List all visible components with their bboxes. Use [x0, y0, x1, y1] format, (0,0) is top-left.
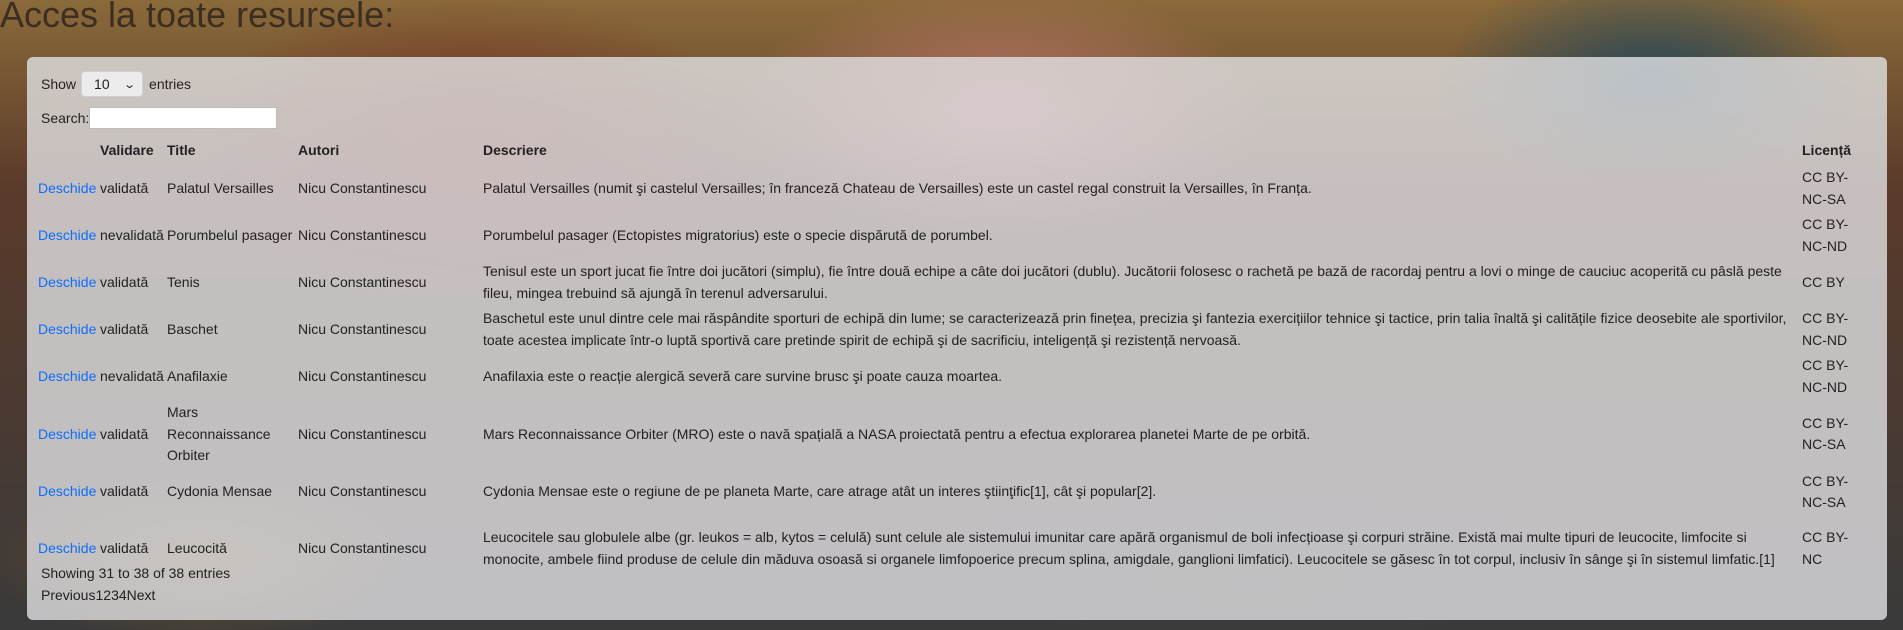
- resource-description: Cydonia Mensae este o regiune de pe plan…: [483, 483, 1157, 500]
- validation-status: validată: [100, 273, 149, 290]
- table-row: Deschide validată Mars Reconnaissance Or…: [36, 400, 1868, 469]
- resource-description: Mars Reconnaissance Orbiter (MRO) este o…: [483, 425, 1311, 442]
- resource-title: Baschet: [167, 320, 218, 337]
- page-length-value: 10: [94, 76, 110, 92]
- resource-description: Palatul Versailles (numit şi castelul Ve…: [483, 179, 1312, 196]
- page-title: Acces la toate resursele:: [0, 0, 395, 35]
- table-row: Deschide validată Cydonia Mensae Nicu Co…: [36, 469, 1868, 516]
- pager-page-2[interactable]: 2: [103, 587, 111, 603]
- resource-license: CC BY-NC-SA: [1802, 169, 1849, 207]
- column-header-action[interactable]: [36, 133, 98, 165]
- resource-title: Anafilaxie: [167, 367, 228, 384]
- resource-authors: Nicu Constantinescu: [298, 425, 427, 442]
- show-label: Show: [41, 76, 77, 92]
- table-row: Deschide validată Tenis Nicu Constantine…: [36, 259, 1868, 306]
- open-link[interactable]: Deschide: [38, 426, 96, 442]
- resource-license: CC BY-NC-SA: [1802, 472, 1849, 511]
- pager-page-1[interactable]: 1: [95, 587, 103, 603]
- resource-license: CC BY-NC-ND: [1802, 357, 1849, 395]
- validation-status: nevalidată: [100, 367, 164, 384]
- table-row: Deschide validată Baschet Nicu Constanti…: [36, 306, 1868, 353]
- resource-authors: Nicu Constantinescu: [298, 179, 427, 196]
- page-length-control: Show 10 ⌄ entries: [41, 71, 191, 97]
- resource-authors: Nicu Constantinescu: [298, 483, 427, 500]
- validation-status: nevalidată: [100, 226, 164, 243]
- resource-license: CC BY-NC-ND: [1802, 310, 1849, 348]
- pager-previous[interactable]: Previous: [41, 587, 95, 603]
- resource-license: CC BY-NC-ND: [1802, 216, 1849, 254]
- resource-title: Cydonia Mensae: [167, 483, 273, 500]
- resource-authors: Nicu Constantinescu: [298, 367, 427, 384]
- open-link[interactable]: Deschide: [38, 274, 96, 290]
- search-control: Search:: [41, 107, 278, 129]
- resource-license: CC BY: [1802, 273, 1845, 290]
- column-header-descriere[interactable]: Descriere: [481, 133, 1800, 165]
- page-length-select[interactable]: 10 ⌄: [81, 71, 144, 97]
- entries-label: entries: [149, 76, 192, 92]
- column-header-validare[interactable]: Validare: [98, 133, 165, 165]
- table-row: Deschide nevalidată Porumbelul pasager N…: [36, 212, 1868, 259]
- column-header-autori[interactable]: Autori: [296, 133, 481, 165]
- resource-description: Porumbelul pasager (Ectopistes migratori…: [483, 226, 993, 243]
- open-link[interactable]: Deschide: [38, 368, 96, 384]
- resource-authors: Nicu Constantinescu: [298, 320, 427, 337]
- resources-table: Validare Title Autori Descriere Licență …: [36, 133, 1868, 582]
- resource-title: Mars Reconnaissance Orbiter: [167, 404, 271, 463]
- validation-status: validată: [100, 483, 149, 500]
- chevron-down-icon: ⌄: [122, 78, 136, 91]
- table-row: Deschide validată Leucocită Nicu Constan…: [36, 516, 1868, 582]
- resource-license: CC BY-NC: [1802, 529, 1849, 567]
- open-link[interactable]: Deschide: [38, 180, 96, 196]
- pager-page-3[interactable]: 3: [111, 587, 119, 603]
- resource-authors: Nicu Constantinescu: [298, 273, 427, 290]
- column-header-licenta[interactable]: Licență: [1800, 133, 1868, 165]
- pagination: Previous 1 2 3 4 Next: [41, 587, 155, 603]
- open-link[interactable]: Deschide: [38, 540, 96, 556]
- table-header-row: Validare Title Autori Descriere Licență: [36, 133, 1868, 165]
- resource-description: Baschetul este unul dintre cele mai răsp…: [483, 310, 1787, 348]
- resource-title: Palatul Versailles: [167, 179, 274, 196]
- validation-status: validată: [100, 179, 149, 196]
- resource-title: Tenis: [167, 273, 200, 290]
- resource-description: Leucocitele sau globulele albe (gr. leuk…: [483, 529, 1775, 567]
- search-input[interactable]: [89, 107, 278, 129]
- validation-status: validată: [100, 320, 149, 337]
- table-info: Showing 31 to 38 of 38 entries: [41, 565, 231, 581]
- open-link[interactable]: Deschide: [38, 227, 96, 243]
- column-header-title[interactable]: Title: [165, 133, 296, 165]
- table-row: Deschide nevalidată Anafilaxie Nicu Cons…: [36, 353, 1868, 400]
- table-row: Deschide validată Palatul Versailles Nic…: [36, 165, 1868, 212]
- resource-description: Anafilaxia este o reacție alergică sever…: [483, 367, 1003, 384]
- pager-page-4[interactable]: 4: [119, 587, 127, 603]
- resource-license: CC BY-NC-SA: [1802, 414, 1849, 453]
- search-label: Search:: [41, 110, 90, 126]
- resource-title: Porumbelul pasager: [167, 226, 293, 243]
- open-link[interactable]: Deschide: [38, 321, 96, 337]
- resource-authors: Nicu Constantinescu: [298, 226, 427, 243]
- resources-panel: Show 10 ⌄ entries Search: Validare Title…: [27, 57, 1887, 620]
- resource-description: Tenisul este un sport jucat fie între do…: [483, 263, 1782, 301]
- pager-next[interactable]: Next: [127, 587, 156, 603]
- validation-status: validată: [100, 425, 149, 442]
- open-link[interactable]: Deschide: [38, 483, 96, 499]
- resource-authors: Nicu Constantinescu: [298, 539, 427, 556]
